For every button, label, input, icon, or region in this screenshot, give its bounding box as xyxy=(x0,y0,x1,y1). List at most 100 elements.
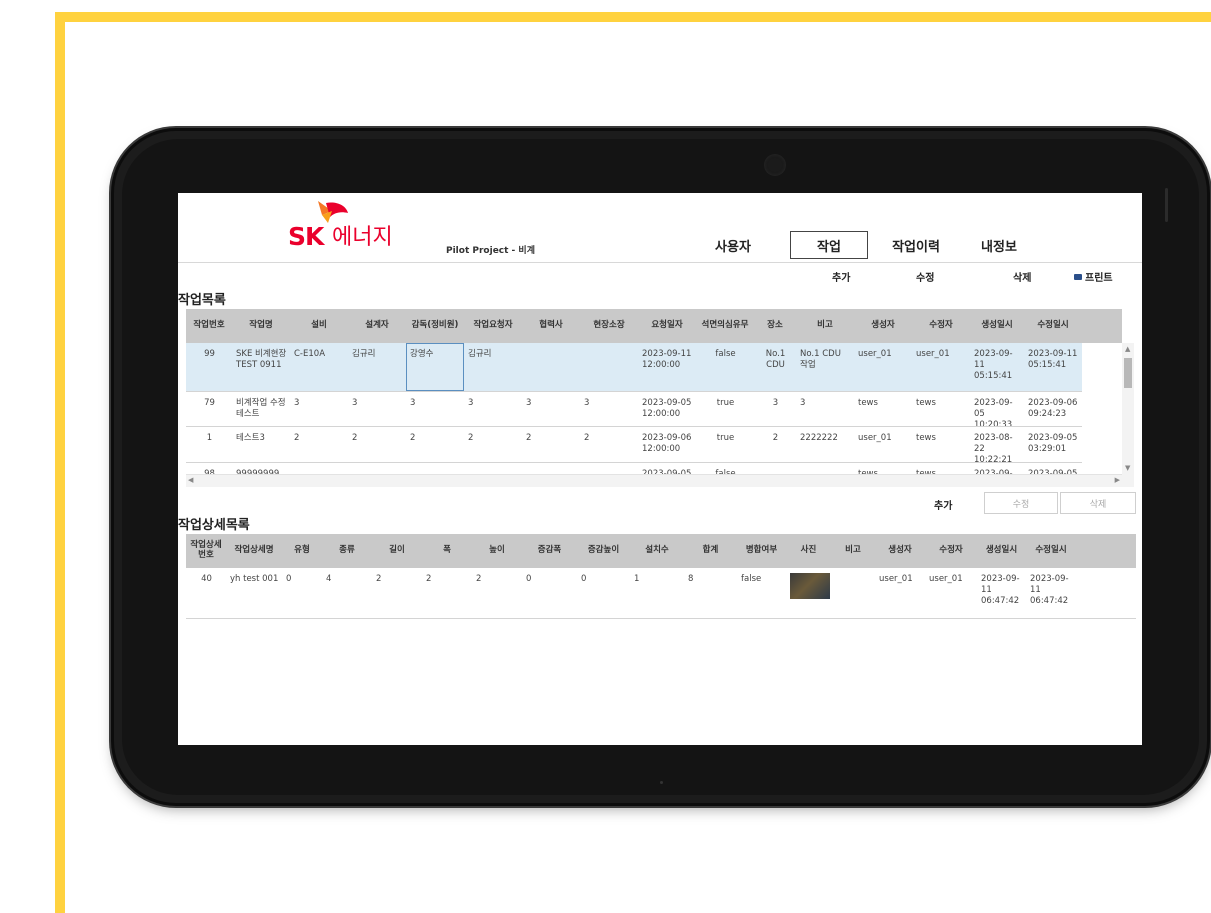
work-cell-supervisor[interactable]: 2 xyxy=(406,427,464,462)
work-cell-equip[interactable]: 2 xyxy=(290,427,348,462)
work-cell-equip[interactable]: 3 xyxy=(290,392,348,426)
work-cell-place[interactable]: 3 xyxy=(754,392,796,426)
detail-col-header[interactable]: 생성일시 xyxy=(977,534,1026,568)
work-edit-button[interactable]: 수정 xyxy=(916,269,934,284)
work-cell-req_date[interactable]: 2023-09-11 12:00:00 xyxy=(638,343,696,391)
work-col-header[interactable]: 작업명 xyxy=(232,309,290,343)
detail-cell-modified[interactable]: 2023-09-11 06:47:42 xyxy=(1026,568,1076,618)
work-col-header[interactable]: 생성일시 xyxy=(970,309,1024,343)
work-cell-designer[interactable]: 김규리 xyxy=(348,343,406,391)
detail-col-header[interactable]: 생성자 xyxy=(875,534,925,568)
work-cell-manager[interactable]: 2 xyxy=(580,427,638,462)
work-cell-note[interactable]: 2222222 xyxy=(796,427,854,462)
detail-col-header[interactable]: 증감폭 xyxy=(522,534,577,568)
detail-cell-modifier[interactable]: user_01 xyxy=(925,568,977,618)
work-cell-modifier[interactable]: tews xyxy=(912,463,970,474)
detail-add-button[interactable]: 추가 xyxy=(934,497,952,512)
work-cell-modified[interactable]: 2023-09-11 05:15:41 xyxy=(1024,343,1082,391)
work-col-header[interactable]: 생성자 xyxy=(854,309,912,343)
work-cell-req_date[interactable]: 2023-09-05 12:00:00 xyxy=(638,392,696,426)
work-table-row[interactable]: 1 테스트3 2 2 2 2 2 2 2023-09-06 12:00:00 true 2 22222… xyxy=(186,427,1082,463)
detail-col-header[interactable]: 종류 xyxy=(322,534,372,568)
work-cell-equip[interactable]: C-E10A xyxy=(290,343,348,391)
work-table-row[interactable]: 79 비계작업 수정 테스트 3 3 3 3 3 3 2023-09-05 12:00:00 tr… xyxy=(186,392,1082,427)
work-col-header[interactable]: 설계자 xyxy=(348,309,406,343)
detail-cell-count[interactable]: 1 xyxy=(630,568,684,618)
detail-col-header[interactable]: 길이 xyxy=(372,534,422,568)
work-cell-name[interactable]: 비계작업 수정 테스트 xyxy=(232,392,290,426)
detail-col-header[interactable]: 증감높이 xyxy=(577,534,630,568)
work-table-vscroll[interactable]: ▲ ▼ xyxy=(1122,343,1134,487)
work-col-header[interactable]: 현장소장 xyxy=(580,309,638,343)
detail-col-header[interactable]: 설치수 xyxy=(630,534,684,568)
detail-cell-kind[interactable]: 4 xyxy=(322,568,372,618)
work-cell-created[interactable]: 2023-09-05 xyxy=(970,463,1024,474)
detail-cell-note[interactable] xyxy=(831,568,875,618)
scroll-left-icon[interactable]: ◀ xyxy=(188,476,193,484)
scroll-right-icon[interactable]: ▶ xyxy=(1115,476,1120,484)
work-cell-place[interactable]: 2 xyxy=(754,427,796,462)
work-table-row[interactable]: 98 99999999 2023-09-05 false tews tews 2023-09… xyxy=(186,463,1082,474)
detail-col-header[interactable]: 사진 xyxy=(786,534,831,568)
scroll-up-icon[interactable]: ▲ xyxy=(1125,345,1130,353)
work-col-header[interactable]: 감독(정비원) xyxy=(406,309,464,343)
detail-cell-no[interactable]: 40 xyxy=(186,568,226,618)
detail-cell-merged[interactable]: false xyxy=(737,568,786,618)
work-col-header[interactable]: 작업요청자 xyxy=(464,309,522,343)
work-cell-asbestos[interactable]: false xyxy=(696,343,754,391)
work-cell-manager[interactable] xyxy=(580,343,638,391)
work-cell-asbestos[interactable]: false xyxy=(696,463,754,474)
work-col-header[interactable]: 비고 xyxy=(796,309,854,343)
work-cell-name[interactable]: 테스트3 xyxy=(232,427,290,462)
detail-cell-created[interactable]: 2023-09-11 06:47:42 xyxy=(977,568,1026,618)
work-cell-no[interactable]: 1 xyxy=(186,427,232,462)
work-col-header[interactable]: 요청일자 xyxy=(638,309,696,343)
scroll-thumb[interactable] xyxy=(1124,358,1132,388)
detail-col-header[interactable]: 높이 xyxy=(472,534,522,568)
detail-cell-length[interactable]: 2 xyxy=(372,568,422,618)
detail-delete-button[interactable]: 삭제 xyxy=(1060,492,1136,514)
detail-col-header[interactable]: 수정일시 xyxy=(1026,534,1076,568)
work-cell-designer[interactable]: 3 xyxy=(348,392,406,426)
detail-col-header[interactable]: 유형 xyxy=(282,534,322,568)
detail-col-header[interactable]: 폭 xyxy=(422,534,472,568)
work-cell-req_date[interactable]: 2023-09-06 12:00:00 xyxy=(638,427,696,462)
work-cell-creator[interactable]: user_01 xyxy=(854,343,912,391)
work-cell-created[interactable]: 2023-09-11 05:15:41 xyxy=(970,343,1024,391)
work-cell-modifier[interactable]: tews xyxy=(912,392,970,426)
work-cell-requester[interactable] xyxy=(464,463,522,474)
nav-work-history[interactable]: 작업이력 xyxy=(876,231,956,259)
work-col-header[interactable]: 석면의심유무 xyxy=(696,309,754,343)
work-add-button[interactable]: 추가 xyxy=(832,269,850,284)
work-cell-name[interactable]: 99999999 xyxy=(232,463,290,474)
work-cell-created[interactable]: 2023-08-22 10:22:21 xyxy=(970,427,1024,462)
detail-cell-creator[interactable]: user_01 xyxy=(875,568,925,618)
work-col-header[interactable]: 협력사 xyxy=(522,309,580,343)
work-cell-modified[interactable]: 2023-09-05 xyxy=(1024,463,1082,474)
photo-thumbnail-image[interactable] xyxy=(790,573,830,599)
work-cell-designer[interactable] xyxy=(348,463,406,474)
detail-col-header[interactable]: 작업상세번호 xyxy=(186,534,226,568)
nav-users[interactable]: 사용자 xyxy=(698,231,768,259)
work-cell-no[interactable]: 79 xyxy=(186,392,232,426)
nav-work[interactable]: 작업 xyxy=(790,231,868,259)
detail-cell-total[interactable]: 8 xyxy=(684,568,737,618)
work-cell-modifier[interactable]: tews xyxy=(912,427,970,462)
work-cell-creator[interactable]: tews xyxy=(854,392,912,426)
work-cell-partner[interactable]: 3 xyxy=(522,392,580,426)
work-cell-modified[interactable]: 2023-09-06 09:24:23 xyxy=(1024,392,1082,426)
scroll-down-icon[interactable]: ▼ xyxy=(1125,464,1130,472)
work-cell-asbestos[interactable]: true xyxy=(696,392,754,426)
work-print-button[interactable]: 프린트 xyxy=(1074,269,1113,284)
detail-cell-photo[interactable] xyxy=(786,568,831,618)
detail-table-row[interactable]: 40 yh test 001 0 4 2 2 2 0 0 1 8 false user_01 user_0… xyxy=(186,568,1136,619)
detail-col-header[interactable]: 합계 xyxy=(684,534,737,568)
work-col-header[interactable]: 장소 xyxy=(754,309,796,343)
work-cell-equip[interactable] xyxy=(290,463,348,474)
detail-cell-width[interactable]: 2 xyxy=(422,568,472,618)
detail-cell-height[interactable]: 2 xyxy=(472,568,522,618)
work-cell-supervisor[interactable]: 강영수 xyxy=(406,343,464,391)
work-cell-partner[interactable] xyxy=(522,463,580,474)
detail-cell-inc_height[interactable]: 0 xyxy=(577,568,630,618)
work-cell-asbestos[interactable]: true xyxy=(696,427,754,462)
